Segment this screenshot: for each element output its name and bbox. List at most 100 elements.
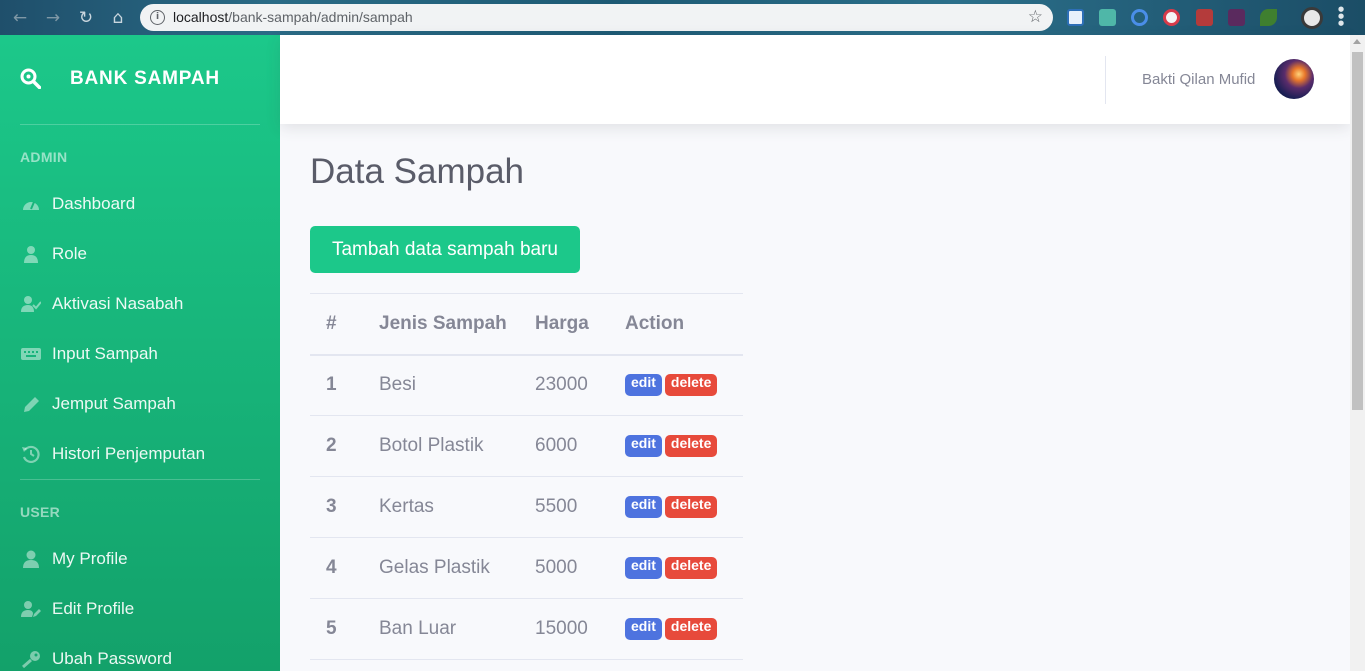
sidebar-item-label: Input Sampah — [52, 344, 158, 363]
delete-button[interactable]: delete — [664, 617, 718, 640]
edit-button[interactable]: edit — [625, 556, 662, 579]
row-jenis: Gelas Plastik — [363, 537, 519, 599]
scrollbar-thumb[interactable] — [1352, 52, 1363, 410]
row-jenis: Ban Luar — [363, 598, 519, 660]
extension-6-icon[interactable] — [1228, 9, 1245, 26]
sidebar-item-label: Dashboard — [52, 194, 136, 213]
row-jenis: Botol Plastik — [363, 415, 519, 477]
back-icon[interactable]: ← — [9, 7, 31, 29]
table-row: 1 Besi 23000 edit delete — [310, 354, 743, 416]
sidebar-item-histori-penjemputan[interactable]: Histori Penjemputan — [0, 429, 280, 479]
sidebar-item-jemput-sampah[interactable]: Jemput Sampah — [0, 379, 280, 429]
topbar: Bakti Qilan Mufid — [280, 35, 1350, 124]
pen-icon — [24, 397, 39, 412]
delete-button[interactable]: delete — [664, 434, 718, 457]
table-header-row: # Jenis Sampah Harga Action — [310, 293, 743, 356]
row-number: 1 — [310, 354, 363, 416]
sidebar: BANK SAMPAH ADMIN Dashboard Role Aktivas… — [0, 35, 280, 671]
search-dollar-icon — [20, 68, 41, 89]
sidebar-heading-admin: ADMIN — [20, 149, 68, 165]
sidebar-brand[interactable]: BANK SAMPAH — [0, 35, 280, 125]
row-number: 3 — [310, 476, 363, 538]
sidebar-divider — [20, 124, 260, 125]
row-harga: 6000 — [519, 415, 609, 477]
tachometer-icon — [23, 201, 39, 210]
user-edit-icon — [21, 601, 41, 617]
scroll-up-icon[interactable] — [1353, 39, 1361, 44]
browser-menu-icon[interactable]: • • • — [1336, 3, 1346, 32]
sidebar-item-dashboard[interactable]: Dashboard — [0, 179, 280, 229]
url-text[interactable]: localhost/bank-sampah/admin/sampah — [173, 9, 413, 25]
edit-button[interactable]: edit — [625, 374, 662, 397]
row-jenis: Kertas — [363, 476, 519, 538]
sidebar-item-label: Aktivasi Nasabah — [52, 294, 184, 313]
delete-button[interactable]: delete — [664, 374, 718, 397]
extension-7-icon[interactable] — [1260, 9, 1277, 26]
user-name[interactable]: Bakti Qilan Mufid — [1142, 71, 1255, 88]
sidebar-divider — [20, 479, 260, 480]
row-harga: 23000 — [519, 354, 609, 416]
sidebar-item-my-profile[interactable]: My Profile — [0, 534, 280, 584]
extension-3-icon[interactable] — [1131, 9, 1148, 26]
table-row: 2 Botol Plastik 6000 edit delete — [310, 415, 743, 477]
sidebar-heading-user: USER — [20, 504, 61, 520]
extension-4-icon[interactable] — [1163, 9, 1180, 26]
sampah-table: # Jenis Sampah Harga Action 1 Besi 23000… — [310, 293, 743, 660]
table-row: 5 Ban Luar 15000 edit delete — [310, 598, 743, 660]
edit-button[interactable]: edit — [625, 434, 662, 457]
user-check-icon — [21, 296, 41, 312]
row-actions: edit delete — [609, 598, 743, 660]
sidebar-item-label: Role — [52, 244, 87, 263]
row-harga: 15000 — [519, 598, 609, 660]
topbar-divider — [1105, 56, 1106, 104]
url-host: localhost — [173, 9, 229, 25]
info-icon[interactable]: i — [150, 10, 165, 25]
row-number: 2 — [310, 415, 363, 477]
row-actions: edit delete — [609, 476, 743, 538]
brand-name: BANK SAMPAH — [70, 68, 220, 89]
home-icon[interactable]: ⌂ — [107, 7, 129, 29]
delete-button[interactable]: delete — [664, 495, 718, 518]
delete-button[interactable]: delete — [664, 556, 718, 579]
sidebar-item-role[interactable]: Role — [0, 229, 280, 279]
row-number: 5 — [310, 598, 363, 660]
avatar[interactable] — [1274, 59, 1314, 99]
user-icon — [23, 550, 39, 568]
history-icon — [22, 445, 40, 463]
edit-button[interactable]: edit — [625, 495, 662, 518]
forward-icon[interactable]: → — [42, 7, 64, 29]
row-actions: edit delete — [609, 537, 743, 599]
profile-avatar-icon[interactable] — [1301, 7, 1323, 29]
column-header-jenis: Jenis Sampah — [363, 293, 519, 356]
sidebar-item-aktivasi-nasabah[interactable]: Aktivasi Nasabah — [0, 279, 280, 329]
column-header-action: Action — [609, 293, 743, 356]
browser-toolbar: ← → ↻ ⌂ i localhost/bank-sampah/admin/sa… — [0, 0, 1365, 35]
table-row: 3 Kertas 5500 edit delete — [310, 476, 743, 538]
address-bar[interactable]: i localhost/bank-sampah/admin/sampah ☆ — [140, 4, 1053, 31]
key-icon — [22, 651, 40, 668]
url-path: /bank-sampah/admin/sampah — [228, 9, 413, 25]
extension-1-icon[interactable] — [1067, 9, 1084, 26]
sidebar-item-input-sampah[interactable]: Input Sampah — [0, 329, 280, 379]
sidebar-item-ubah-password[interactable]: Ubah Password — [0, 634, 280, 671]
user-tie-icon — [24, 246, 38, 263]
sidebar-item-label: Edit Profile — [52, 599, 135, 618]
sidebar-item-label: Jemput Sampah — [52, 394, 176, 413]
edit-button[interactable]: edit — [625, 617, 662, 640]
extension-2-icon[interactable] — [1099, 9, 1116, 26]
keyboard-icon — [21, 348, 41, 360]
reload-icon[interactable]: ↻ — [75, 7, 97, 29]
row-jenis: Besi — [363, 354, 519, 416]
row-harga: 5000 — [519, 537, 609, 599]
column-header-harga: Harga — [519, 293, 609, 356]
sidebar-item-label: Ubah Password — [52, 649, 173, 668]
sidebar-item-label: My Profile — [52, 549, 128, 568]
extension-5-icon[interactable] — [1196, 9, 1213, 26]
add-sampah-button[interactable]: Tambah data sampah baru — [310, 226, 580, 273]
bookmark-star-icon[interactable]: ☆ — [1028, 7, 1043, 27]
row-actions: edit delete — [609, 354, 743, 416]
sidebar-item-edit-profile[interactable]: Edit Profile — [0, 584, 280, 634]
table-row: 4 Gelas Plastik 5000 edit delete — [310, 537, 743, 599]
page-scrollbar[interactable] — [1350, 35, 1365, 671]
column-header-number: # — [310, 293, 363, 356]
